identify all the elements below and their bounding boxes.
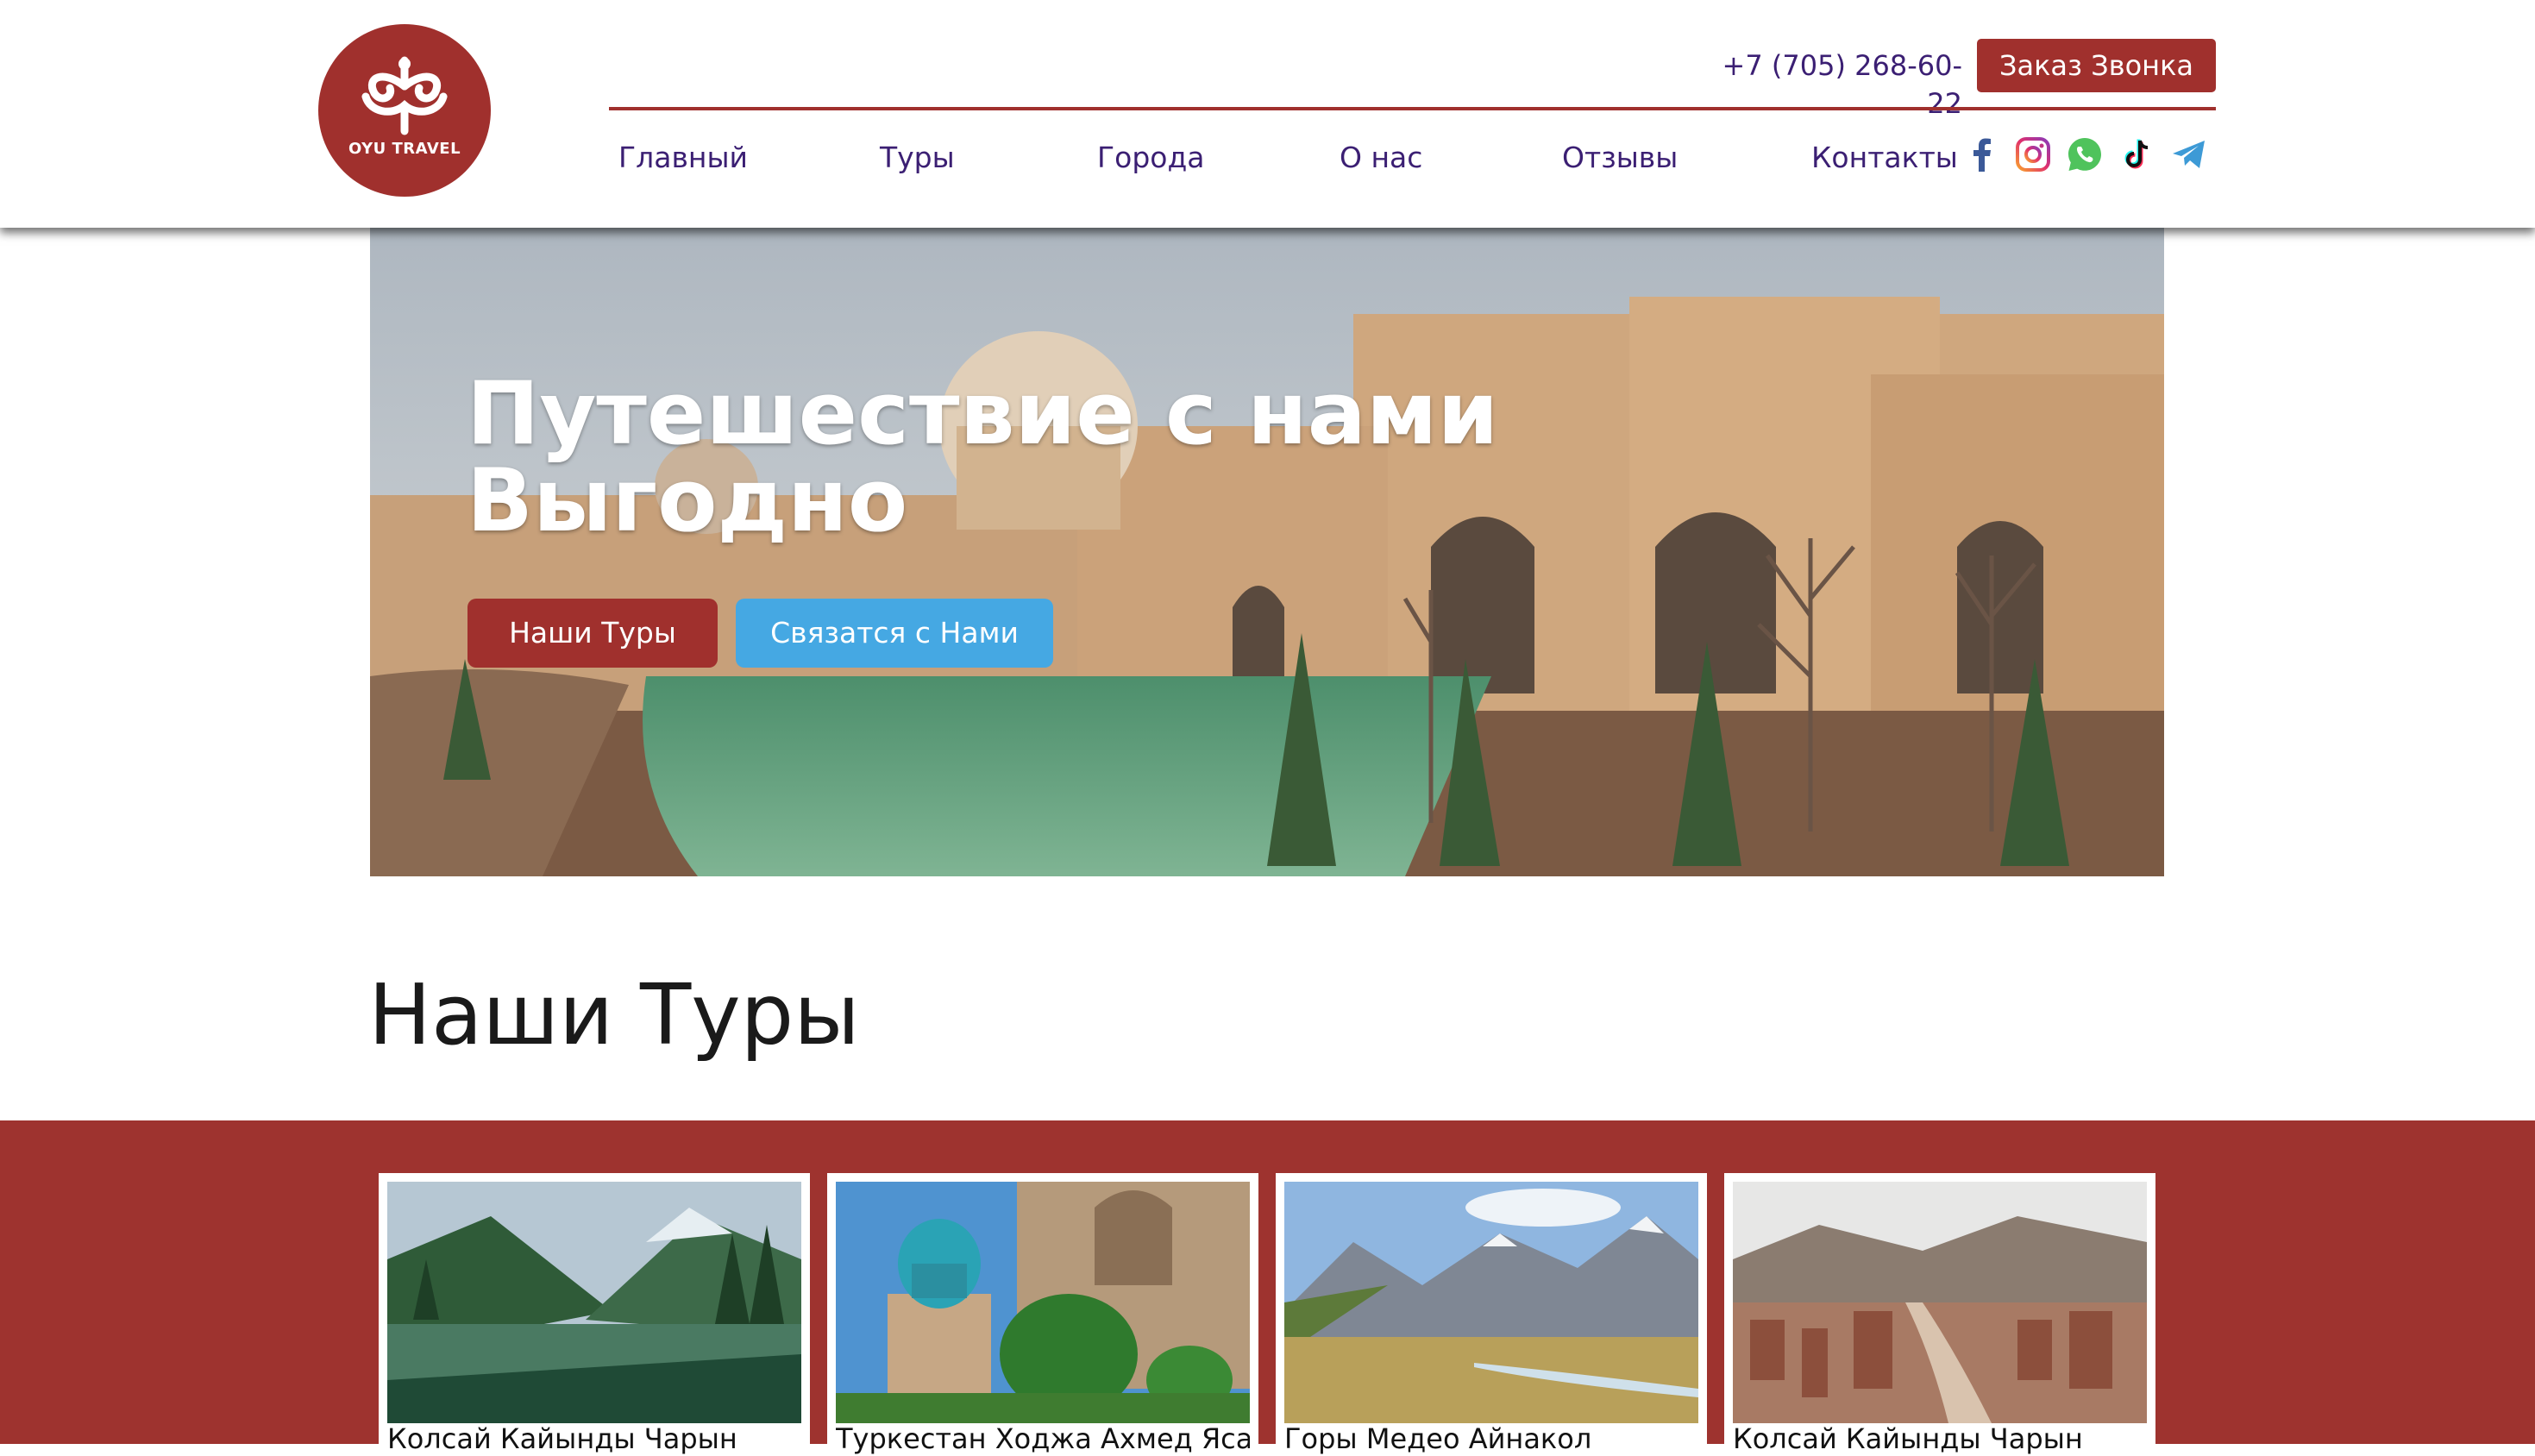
tour-card[interactable]: Горы Медео Айнакол xyxy=(1276,1173,1707,1455)
tour-card-title: Туркестан Ходжа Ахмед Ясави xyxy=(836,1422,1250,1455)
instagram-icon[interactable] xyxy=(2014,135,2052,173)
tour-image-mausoleum xyxy=(836,1182,1250,1423)
hero-title-line-2: Выгодно xyxy=(467,449,908,551)
tour-image-lake xyxy=(387,1182,801,1423)
tour-card[interactable]: Колсай Кайынды Чарын xyxy=(379,1173,810,1455)
nav-item-reviews[interactable]: Отзывы xyxy=(1562,138,1678,178)
tour-image-canyon xyxy=(1733,1182,2147,1423)
nav-item-contacts[interactable]: Контакты xyxy=(1811,138,1958,178)
tours-section-title: Наши Туры xyxy=(368,966,860,1064)
hero-banner: Путешествие с нами Выгодно Наши Туры Свя… xyxy=(370,228,2164,876)
nav-item-about[interactable]: О нас xyxy=(1340,138,1422,178)
nav-item-cities[interactable]: Города xyxy=(1097,138,1205,178)
facebook-icon[interactable] xyxy=(1963,135,2001,173)
phone-link[interactable]: +7 (705) 268-60-22 xyxy=(1716,47,1962,120)
tour-card-title: Колсай Кайынды Чарын xyxy=(1733,1422,2083,1455)
nav-divider xyxy=(609,107,2216,110)
tour-card[interactable]: Туркестан Ходжа Ахмед Ясави xyxy=(827,1173,1258,1455)
telegram-icon[interactable] xyxy=(2170,135,2208,173)
tour-card-title: Горы Медео Айнакол xyxy=(1284,1422,1592,1455)
whatsapp-icon[interactable] xyxy=(2066,135,2104,173)
hero-title: Путешествие с нами Выгодно xyxy=(467,370,1502,544)
oyu-travel-logo[interactable]: OYU TRAVEL xyxy=(318,24,491,197)
contact-us-button[interactable]: Связатся с Нами xyxy=(736,599,1053,668)
our-tours-button[interactable]: Наши Туры xyxy=(467,599,718,668)
tour-card-title: Колсай Кайынды Чарын xyxy=(387,1422,737,1455)
tiktok-icon[interactable] xyxy=(2118,135,2155,173)
nav-item-home[interactable]: Главный xyxy=(618,138,748,178)
tour-image-mountains xyxy=(1284,1182,1698,1423)
site-header: OYU TRAVEL +7 (705) 268-60-22 Заказ Звон… xyxy=(0,0,2535,228)
ornament-icon xyxy=(361,56,448,135)
hero-image xyxy=(370,228,2164,876)
logo-text: OYU TRAVEL xyxy=(348,140,461,158)
callback-button[interactable]: Заказ Звонка xyxy=(1977,39,2216,92)
nav-item-tours[interactable]: Туры xyxy=(880,138,955,178)
tour-card[interactable]: Колсай Кайынды Чарын xyxy=(1724,1173,2155,1455)
